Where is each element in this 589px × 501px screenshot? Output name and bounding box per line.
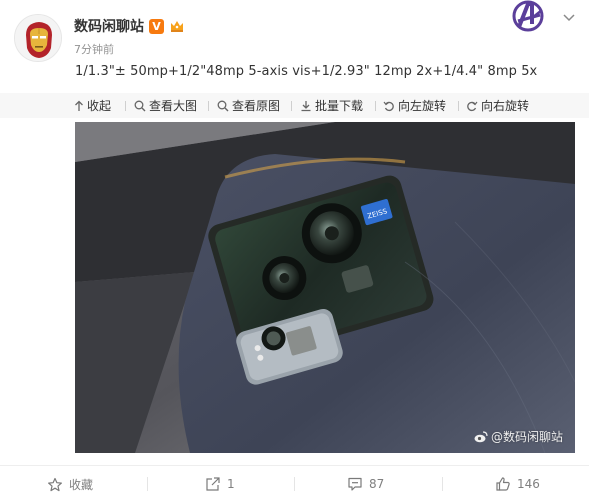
rotate-right-icon (467, 101, 478, 111)
view-original-label: 查看原图 (232, 99, 281, 113)
arrow-up-icon (75, 100, 83, 111)
toolbar-divider (208, 101, 209, 111)
image-watermark: @数码闲聊站 (474, 428, 563, 445)
post-action-bar: 收藏 1 87 146 (0, 465, 589, 501)
rotate-left-icon (383, 101, 394, 111)
post-header: 数码闲聊站 V 7分钟前 (0, 0, 589, 62)
download-icon (301, 100, 311, 111)
avengers-logo-icon (512, 0, 544, 32)
collapse-label: 收起 (87, 99, 112, 113)
vip-badge-icon: V (149, 18, 164, 34)
star-icon (48, 477, 62, 491)
rotate-left-button[interactable]: 向左旋转 (383, 97, 446, 114)
repost-count: 1 (227, 477, 235, 491)
favorite-label: 收藏 (69, 478, 94, 492)
comment-count: 87 (369, 477, 385, 491)
view-original-button[interactable]: 查看原图 (217, 97, 280, 114)
search-icon (217, 100, 229, 111)
toolbar-divider (458, 101, 459, 111)
comment-icon (348, 477, 362, 491)
action-divider (147, 477, 148, 491)
collapse-button[interactable]: 收起 (74, 97, 111, 114)
rotate-right-button[interactable]: 向右旋转 (466, 97, 529, 114)
post-timestamp[interactable]: 7分钟前 (74, 41, 114, 57)
rotate-right-label: 向右旋转 (481, 99, 530, 113)
like-count: 146 (517, 477, 540, 491)
phone-camera-photo: ZEISS (75, 122, 575, 453)
view-large-button[interactable]: 查看大图 (134, 97, 197, 114)
batch-download-label: 批量下载 (315, 99, 364, 113)
post-photo[interactable]: ZEISS @数码闲聊站 (75, 122, 575, 453)
crown-icon (169, 18, 185, 34)
avatar[interactable] (14, 14, 62, 62)
username[interactable]: 数码闲聊站 (74, 16, 144, 36)
post-text: 1/1.3"± 50mp+1/2"48mp 5-axis vis+1/2.93"… (75, 64, 538, 79)
toolbar-divider (125, 101, 126, 111)
favorite-button[interactable]: 收藏 (47, 476, 93, 493)
iron-man-avatar-icon (15, 15, 61, 61)
image-toolbar: 收起 查看大图 查看原图 批量下载 向左旋转 向右旋转 (0, 93, 589, 118)
toolbar-divider (291, 101, 292, 111)
action-divider (442, 477, 443, 491)
comment-button[interactable]: 87 (347, 476, 384, 492)
view-large-label: 查看大图 (149, 99, 198, 113)
repost-button[interactable]: 1 (205, 476, 235, 492)
weibo-logo-icon (474, 430, 488, 442)
thumbs-up-icon (496, 477, 510, 491)
batch-download-button[interactable]: 批量下载 (300, 97, 363, 114)
repost-icon (206, 477, 220, 491)
rotate-left-label: 向左旋转 (398, 99, 447, 113)
chevron-down-icon[interactable] (561, 10, 577, 26)
search-icon (134, 100, 146, 111)
like-button[interactable]: 146 (495, 476, 540, 492)
watermark-text: @数码闲聊站 (490, 430, 563, 444)
toolbar-divider (375, 101, 376, 111)
action-divider (294, 477, 295, 491)
